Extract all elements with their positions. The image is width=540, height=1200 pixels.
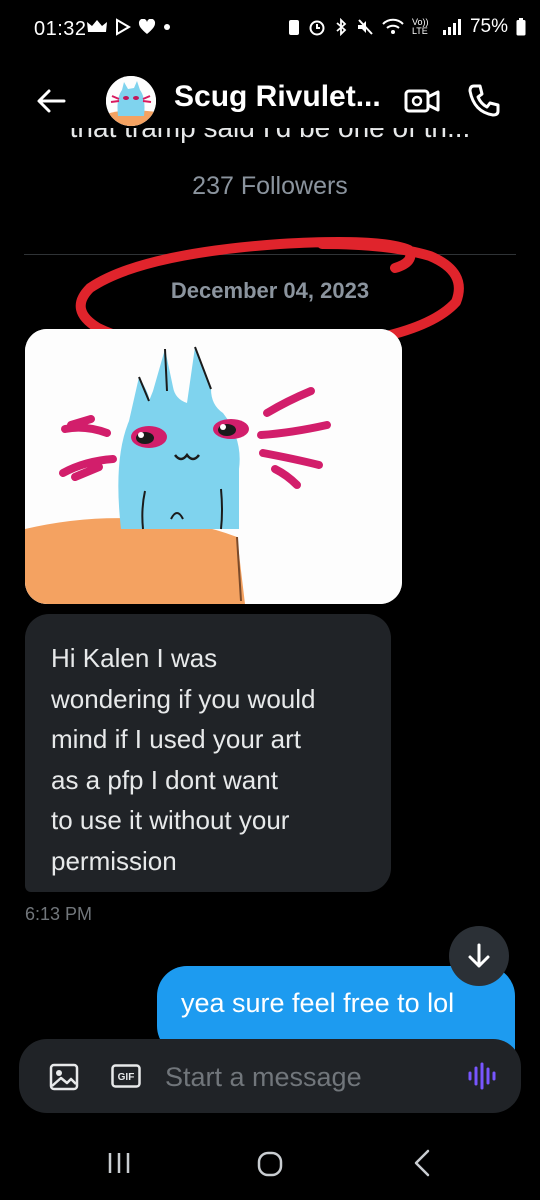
image-icon[interactable] <box>49 1063 79 1091</box>
arrow-down-icon <box>468 943 490 968</box>
nav-back-icon[interactable] <box>412 1148 432 1178</box>
gif-icon: GIF <box>111 1064 141 1088</box>
status-time: 01:32 <box>34 18 87 40</box>
gif-button[interactable]: GIF <box>111 1064 141 1088</box>
message-line: mind if I used your art <box>51 724 301 754</box>
gif-label: GIF <box>118 1072 135 1083</box>
shared-art-image <box>25 329 402 604</box>
back-arrow-icon[interactable] <box>34 84 68 118</box>
dot-icon <box>164 24 170 30</box>
phone-icon[interactable] <box>466 82 502 118</box>
wifi-icon <box>382 18 404 34</box>
video-call-icon[interactable] <box>404 84 440 118</box>
message-line: wondering if you would <box>51 683 316 714</box>
profile-bio-text: that tramp said I'd be one of th... <box>40 128 500 144</box>
message-line: to use it without your <box>51 805 290 835</box>
message-input[interactable] <box>165 1057 455 1097</box>
system-nav-bar <box>0 1130 540 1200</box>
message-line: as a pfp I dont want <box>51 764 278 795</box>
heart-icon <box>138 19 156 34</box>
avatar-art <box>106 76 156 126</box>
alarm-icon <box>309 20 325 36</box>
status-system-icons: Vo)) LTE 75% <box>288 16 526 38</box>
battery-icon <box>516 18 526 36</box>
followers-count[interactable]: 237 Followers <box>0 172 540 201</box>
crown-icon <box>87 20 107 32</box>
message-line: Hi Kalen I was <box>51 643 218 673</box>
voice-message-icon[interactable] <box>467 1061 497 1091</box>
scroll-to-bottom-button[interactable] <box>449 926 509 986</box>
message-line: permission <box>51 845 177 876</box>
status-notification-icons <box>86 18 172 36</box>
battery-percent: 75% <box>469 16 508 37</box>
battery-saver-icon <box>288 20 299 35</box>
avatar[interactable] <box>106 76 156 126</box>
home-icon[interactable] <box>256 1150 284 1178</box>
status-bar: 01:32 Vo)) LTE 75% <box>0 0 540 60</box>
incoming-message-text: Hi Kalen I was wondering if you would mi… <box>51 638 381 881</box>
recent-apps-icon[interactable] <box>106 1150 132 1176</box>
outgoing-message-text: yea sure feel free to lol <box>181 988 455 1018</box>
conversation-header: Scug Rivulet... <box>0 70 540 130</box>
message-timestamp: 6:13 PM <box>25 904 93 924</box>
message-composer: GIF <box>19 1039 521 1113</box>
profile-bio-cut: that tramp said I'd be one of th... <box>40 128 500 148</box>
play-store-icon <box>116 18 131 36</box>
signal-icon <box>442 19 461 35</box>
contact-name[interactable]: Scug Rivulet... <box>174 80 394 114</box>
bluetooth-icon <box>336 18 347 36</box>
mute-icon <box>357 19 373 35</box>
image-message[interactable] <box>25 329 402 604</box>
network-label: Vo)) LTE <box>411 17 429 36</box>
incoming-message-bubble[interactable]: Hi Kalen I was wondering if you would mi… <box>25 614 391 892</box>
